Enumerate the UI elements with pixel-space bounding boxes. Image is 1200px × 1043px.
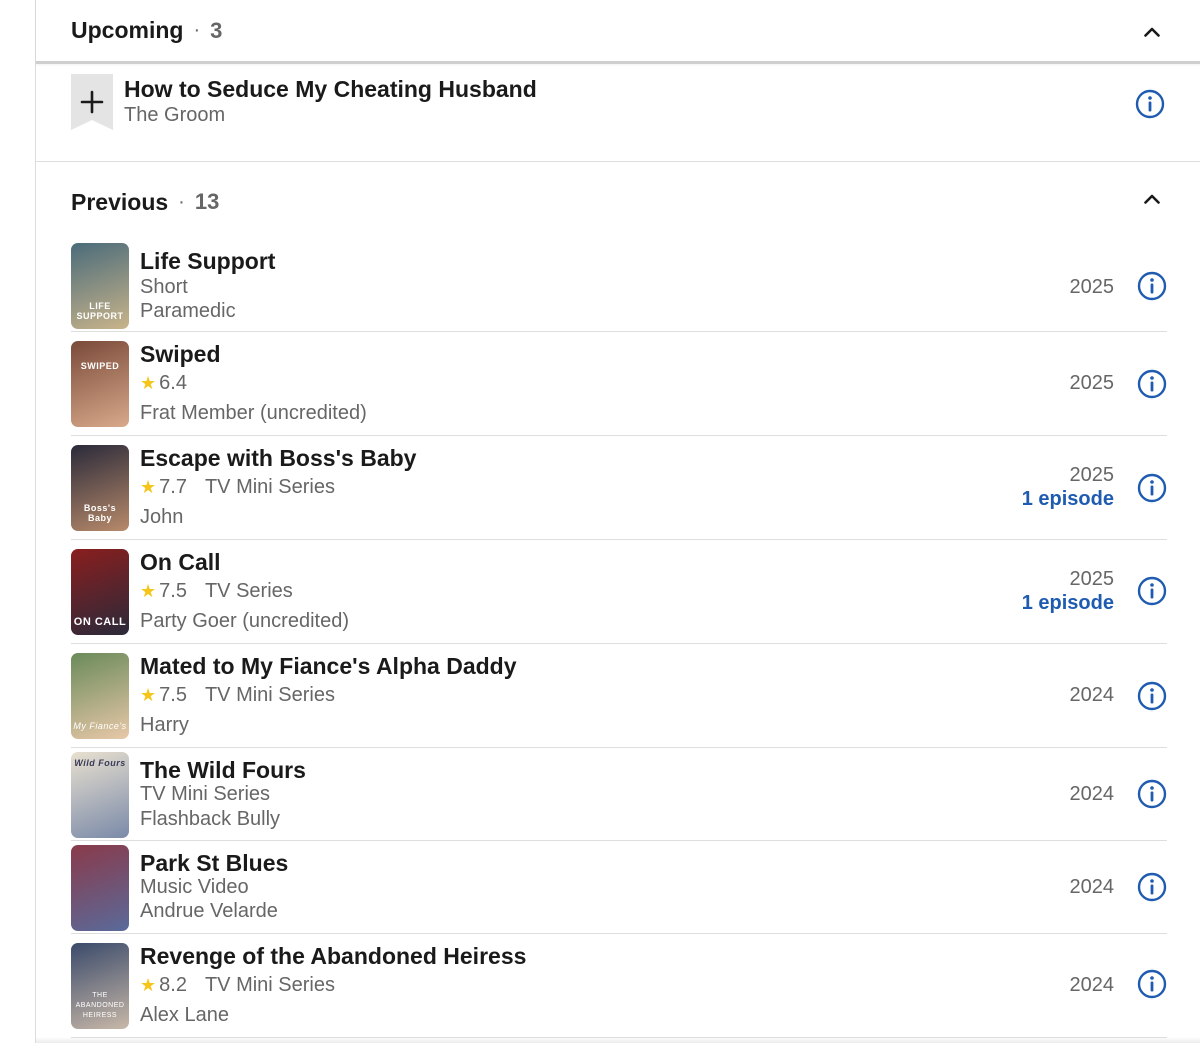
poster-image[interactable]	[71, 845, 129, 931]
info-circle-icon[interactable]	[1137, 473, 1167, 503]
poster-image[interactable]: THE ABANDONED HEIRESS	[71, 943, 129, 1029]
previous-credits-list: LIFE SUPPORT Life Support Short Paramedi…	[71, 236, 1167, 1038]
info-circle-icon[interactable]	[1137, 779, 1167, 809]
poster-image[interactable]: Wild Fours	[71, 752, 129, 838]
poster-text: ON CALL	[73, 616, 127, 628]
credit-role: John	[140, 506, 184, 528]
info-circle-icon[interactable]	[1137, 576, 1167, 606]
credit-meta: ★ 7.5 TV Series	[140, 580, 293, 603]
credit-year: 2025	[1069, 372, 1115, 394]
poster-text: Wild Fours	[74, 758, 126, 768]
poster-image[interactable]: SWIPED	[71, 341, 129, 427]
credit-role: Andrue Velarde	[140, 900, 278, 922]
upcoming-item[interactable]: How to Seduce My Cheating Husband The Gr…	[36, 64, 1200, 162]
credit-role: Flashback Bully	[140, 808, 281, 830]
poster-text: LIFE SUPPORT	[76, 301, 124, 321]
upcoming-count: 3	[210, 17, 223, 43]
credit-title[interactable]: The Wild Fours	[140, 757, 306, 784]
bottom-shadow	[36, 1037, 1200, 1043]
credit-year: 2025	[1069, 276, 1115, 298]
star-icon: ★	[140, 685, 157, 705]
info-circle-icon[interactable]	[1137, 271, 1167, 301]
star-icon: ★	[140, 477, 157, 497]
credit-year: 2024	[1069, 684, 1115, 706]
credit-title[interactable]: On Call	[140, 549, 221, 576]
star-icon: ★	[140, 373, 157, 393]
upcoming-title: Upcoming	[71, 17, 184, 43]
poster-image[interactable]: ON CALL	[71, 549, 129, 635]
credit-year: 2024	[1069, 783, 1115, 805]
credit-meta: ★ 8.2 TV Mini Series	[140, 974, 335, 997]
rating-value: 7.5	[159, 580, 187, 602]
credit-year: 2025	[1069, 568, 1115, 590]
rating-value: 7.5	[159, 684, 187, 706]
credit-title[interactable]: Swiped	[140, 341, 221, 368]
list-item[interactable]: My Fiance's Mated to My Fiance's Alpha D…	[71, 644, 1167, 748]
rating-value: 7.7	[159, 476, 187, 498]
credit-meta: ★ 7.7 TV Mini Series	[140, 476, 335, 499]
poster-text: THE ABANDONED HEIRESS	[75, 992, 125, 1019]
credit-role: Alex Lane	[140, 1004, 229, 1026]
previous-count: 13	[194, 189, 220, 214]
upcoming-separator: ·	[193, 19, 201, 41]
credit-year: 2024	[1069, 974, 1115, 996]
credit-title[interactable]: Revenge of the Abandoned Heiress	[140, 943, 526, 970]
poster-text: SWIPED	[80, 361, 120, 371]
credits-panel: Upcoming · 3 How to Seduce My Cheating H…	[36, 0, 1200, 1043]
credit-year: 2024	[1069, 876, 1115, 898]
add-to-watchlist-button[interactable]	[71, 74, 113, 130]
credit-title[interactable]: Escape with Boss's Baby	[140, 445, 416, 472]
poster-text: My Fiance's	[73, 721, 127, 731]
upcoming-item-title[interactable]: How to Seduce My Cheating Husband	[124, 76, 537, 103]
poster-text: Boss's Baby	[83, 503, 117, 523]
credit-type: TV Mini Series	[204, 476, 335, 498]
poster-image[interactable]: My Fiance's	[71, 653, 129, 739]
rating-value: 6.4	[159, 372, 187, 394]
credit-type: TV Series	[204, 580, 293, 602]
list-item[interactable]: THE ABANDONED HEIRESS Revenge of the Aba…	[71, 934, 1167, 1038]
star-icon: ★	[140, 975, 157, 995]
list-item[interactable]: Wild Fours The Wild Fours TV Mini Series…	[71, 748, 1167, 841]
list-item[interactable]: LIFE SUPPORT Life Support Short Paramedi…	[71, 236, 1167, 332]
star-icon: ★	[140, 581, 157, 601]
previous-section-header[interactable]: Previous · 13	[36, 162, 1200, 234]
poster-image[interactable]: LIFE SUPPORT	[71, 243, 129, 329]
credit-role: Harry	[140, 714, 189, 736]
info-circle-icon[interactable]	[1137, 681, 1167, 711]
poster-image[interactable]: Boss's Baby	[71, 445, 129, 531]
credit-type: Music Video	[140, 876, 249, 898]
chevron-up-icon[interactable]	[1144, 27, 1160, 43]
credit-title[interactable]: Park St Blues	[140, 850, 288, 877]
list-item[interactable]: Park St Blues Music Video Andrue Velarde…	[71, 841, 1167, 934]
rating-value: 8.2	[159, 974, 187, 996]
credit-year: 2025	[1069, 464, 1115, 486]
credit-role: Frat Member (uncredited)	[140, 402, 367, 424]
episode-count-link[interactable]: 1 episode	[1022, 592, 1114, 615]
credit-title[interactable]: Life Support	[140, 248, 275, 275]
credit-meta: ★ 6.4	[140, 372, 187, 395]
credit-type: TV Mini Series	[140, 783, 271, 805]
credit-title[interactable]: Mated to My Fiance's Alpha Daddy	[140, 653, 517, 680]
upcoming-section-header[interactable]: Upcoming · 3	[36, 0, 1200, 64]
list-item[interactable]: SWIPED Swiped ★ 6.4 Frat Member (uncredit…	[71, 332, 1167, 436]
credit-role: Party Goer (uncredited)	[140, 610, 349, 632]
info-circle-icon[interactable]	[1135, 89, 1165, 119]
credit-type: TV Mini Series	[204, 684, 335, 706]
left-gutter	[0, 0, 36, 1043]
credit-meta: ★ 7.5 TV Mini Series	[140, 684, 335, 707]
credit-type: TV Mini Series	[204, 974, 335, 996]
episode-count-link[interactable]: 1 episode	[1022, 488, 1114, 511]
info-circle-icon[interactable]	[1137, 872, 1167, 902]
previous-title: Previous	[71, 188, 169, 215]
previous-separator: ·	[178, 190, 185, 213]
credit-type: Short	[140, 276, 188, 298]
list-item[interactable]: ON CALL On Call ★ 7.5 TV Series Party Goer…	[71, 540, 1167, 644]
list-item[interactable]: Boss's Baby Escape with Boss's Baby ★ 7.7…	[71, 436, 1167, 540]
credit-role: Paramedic	[140, 300, 236, 322]
info-circle-icon[interactable]	[1137, 969, 1167, 999]
info-circle-icon[interactable]	[1137, 369, 1167, 399]
chevron-up-icon[interactable]	[1144, 194, 1160, 210]
upcoming-item-role: The Groom	[124, 104, 226, 126]
